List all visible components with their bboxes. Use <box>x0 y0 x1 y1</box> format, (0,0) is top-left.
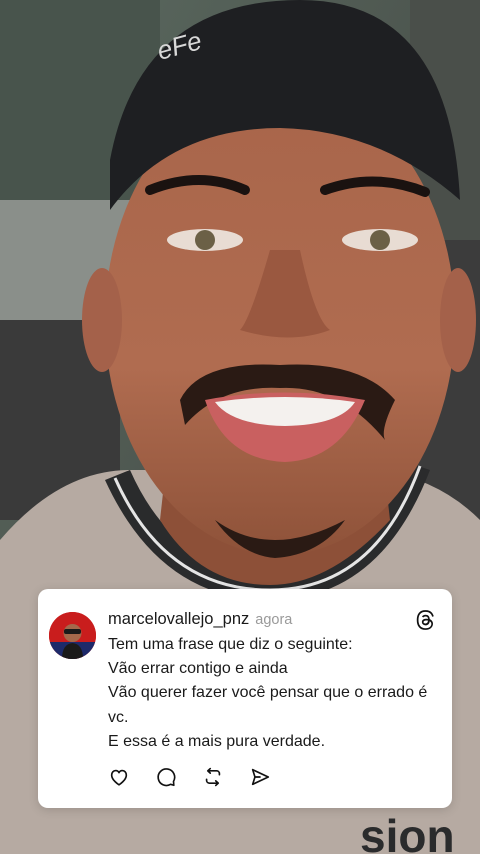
username[interactable]: marcelovallejo_pnz <box>108 610 249 629</box>
svg-text:sion: sion <box>360 810 455 854</box>
repost-icon[interactable] <box>202 766 226 790</box>
threads-post-card[interactable]: marcelovallejo_pnz agora Tem uma frase q… <box>38 589 452 808</box>
share-icon[interactable] <box>249 766 273 790</box>
post-actions <box>108 766 273 790</box>
timestamp: agora <box>255 612 293 628</box>
avatar[interactable] <box>49 612 96 659</box>
post-line: Tem uma frase que diz o seguinte: <box>108 636 353 653</box>
post-line: E essa é a mais pura verdade. <box>108 732 326 750</box>
heart-icon[interactable] <box>108 766 132 790</box>
post-text: Tem uma frase que diz o seguinte: Vão er… <box>108 633 438 754</box>
post-header: marcelovallejo_pnz agora <box>108 610 292 630</box>
threads-icon <box>414 609 436 631</box>
comment-icon[interactable] <box>155 766 179 790</box>
post-line: Vão errar contigo e ainda <box>108 660 288 678</box>
post-line: Vão querer fazer você pensar que o errad… <box>108 684 428 726</box>
